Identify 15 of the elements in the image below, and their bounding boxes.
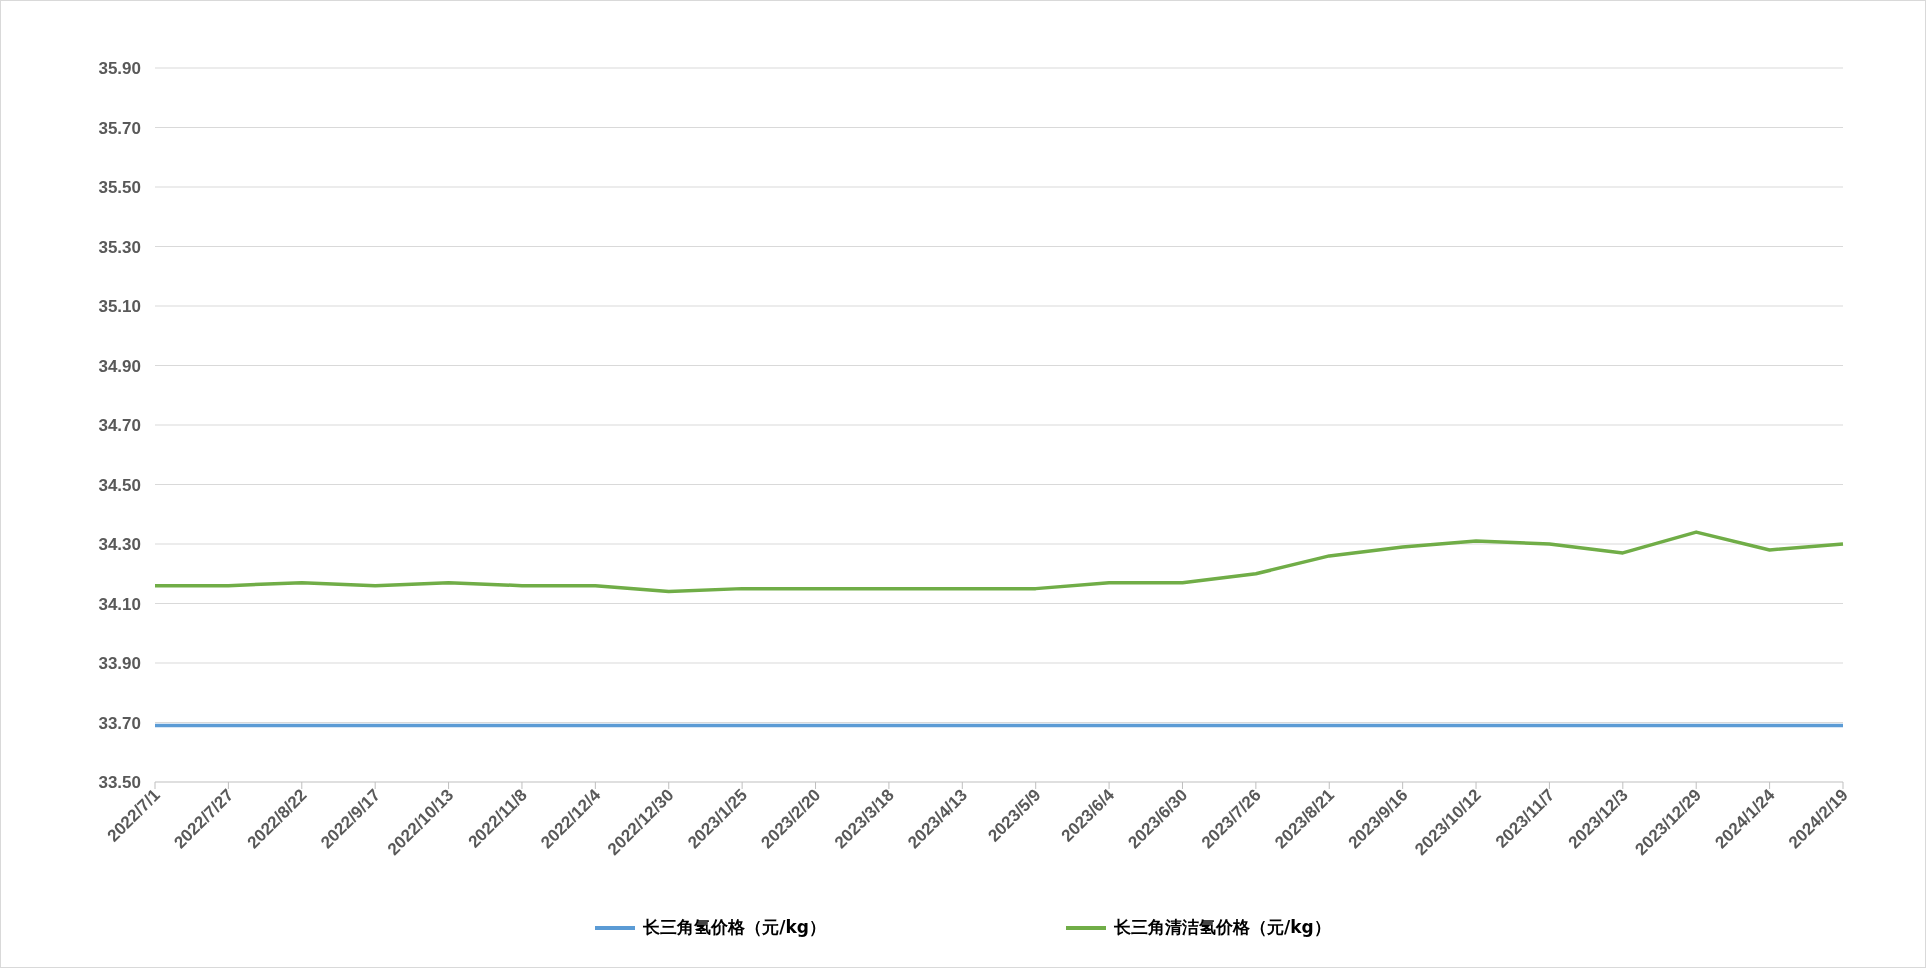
y-axis-label: 34.50 [98, 475, 141, 495]
legend-label: 长三角清洁氢价格（元/kg） [1114, 916, 1331, 939]
y-axis-label: 35.10 [98, 297, 141, 316]
y-axis-label: 35.90 [98, 59, 141, 78]
y-axis-label: 33.90 [98, 654, 141, 673]
y-axis-label: 34.90 [98, 356, 141, 376]
y-axis-label: 33.50 [98, 773, 141, 792]
legend-label: 长三角氢价格（元/kg） [643, 916, 826, 939]
y-axis-label: 35.70 [98, 118, 141, 138]
y-axis-label: 34.70 [98, 416, 141, 435]
y-axis-label: 35.50 [98, 178, 141, 197]
y-axis-label: 35.30 [98, 237, 141, 257]
y-axis-label: 34.30 [98, 535, 141, 554]
y-axis-label: 33.70 [98, 713, 141, 733]
y-axis-label: 34.10 [98, 594, 141, 614]
